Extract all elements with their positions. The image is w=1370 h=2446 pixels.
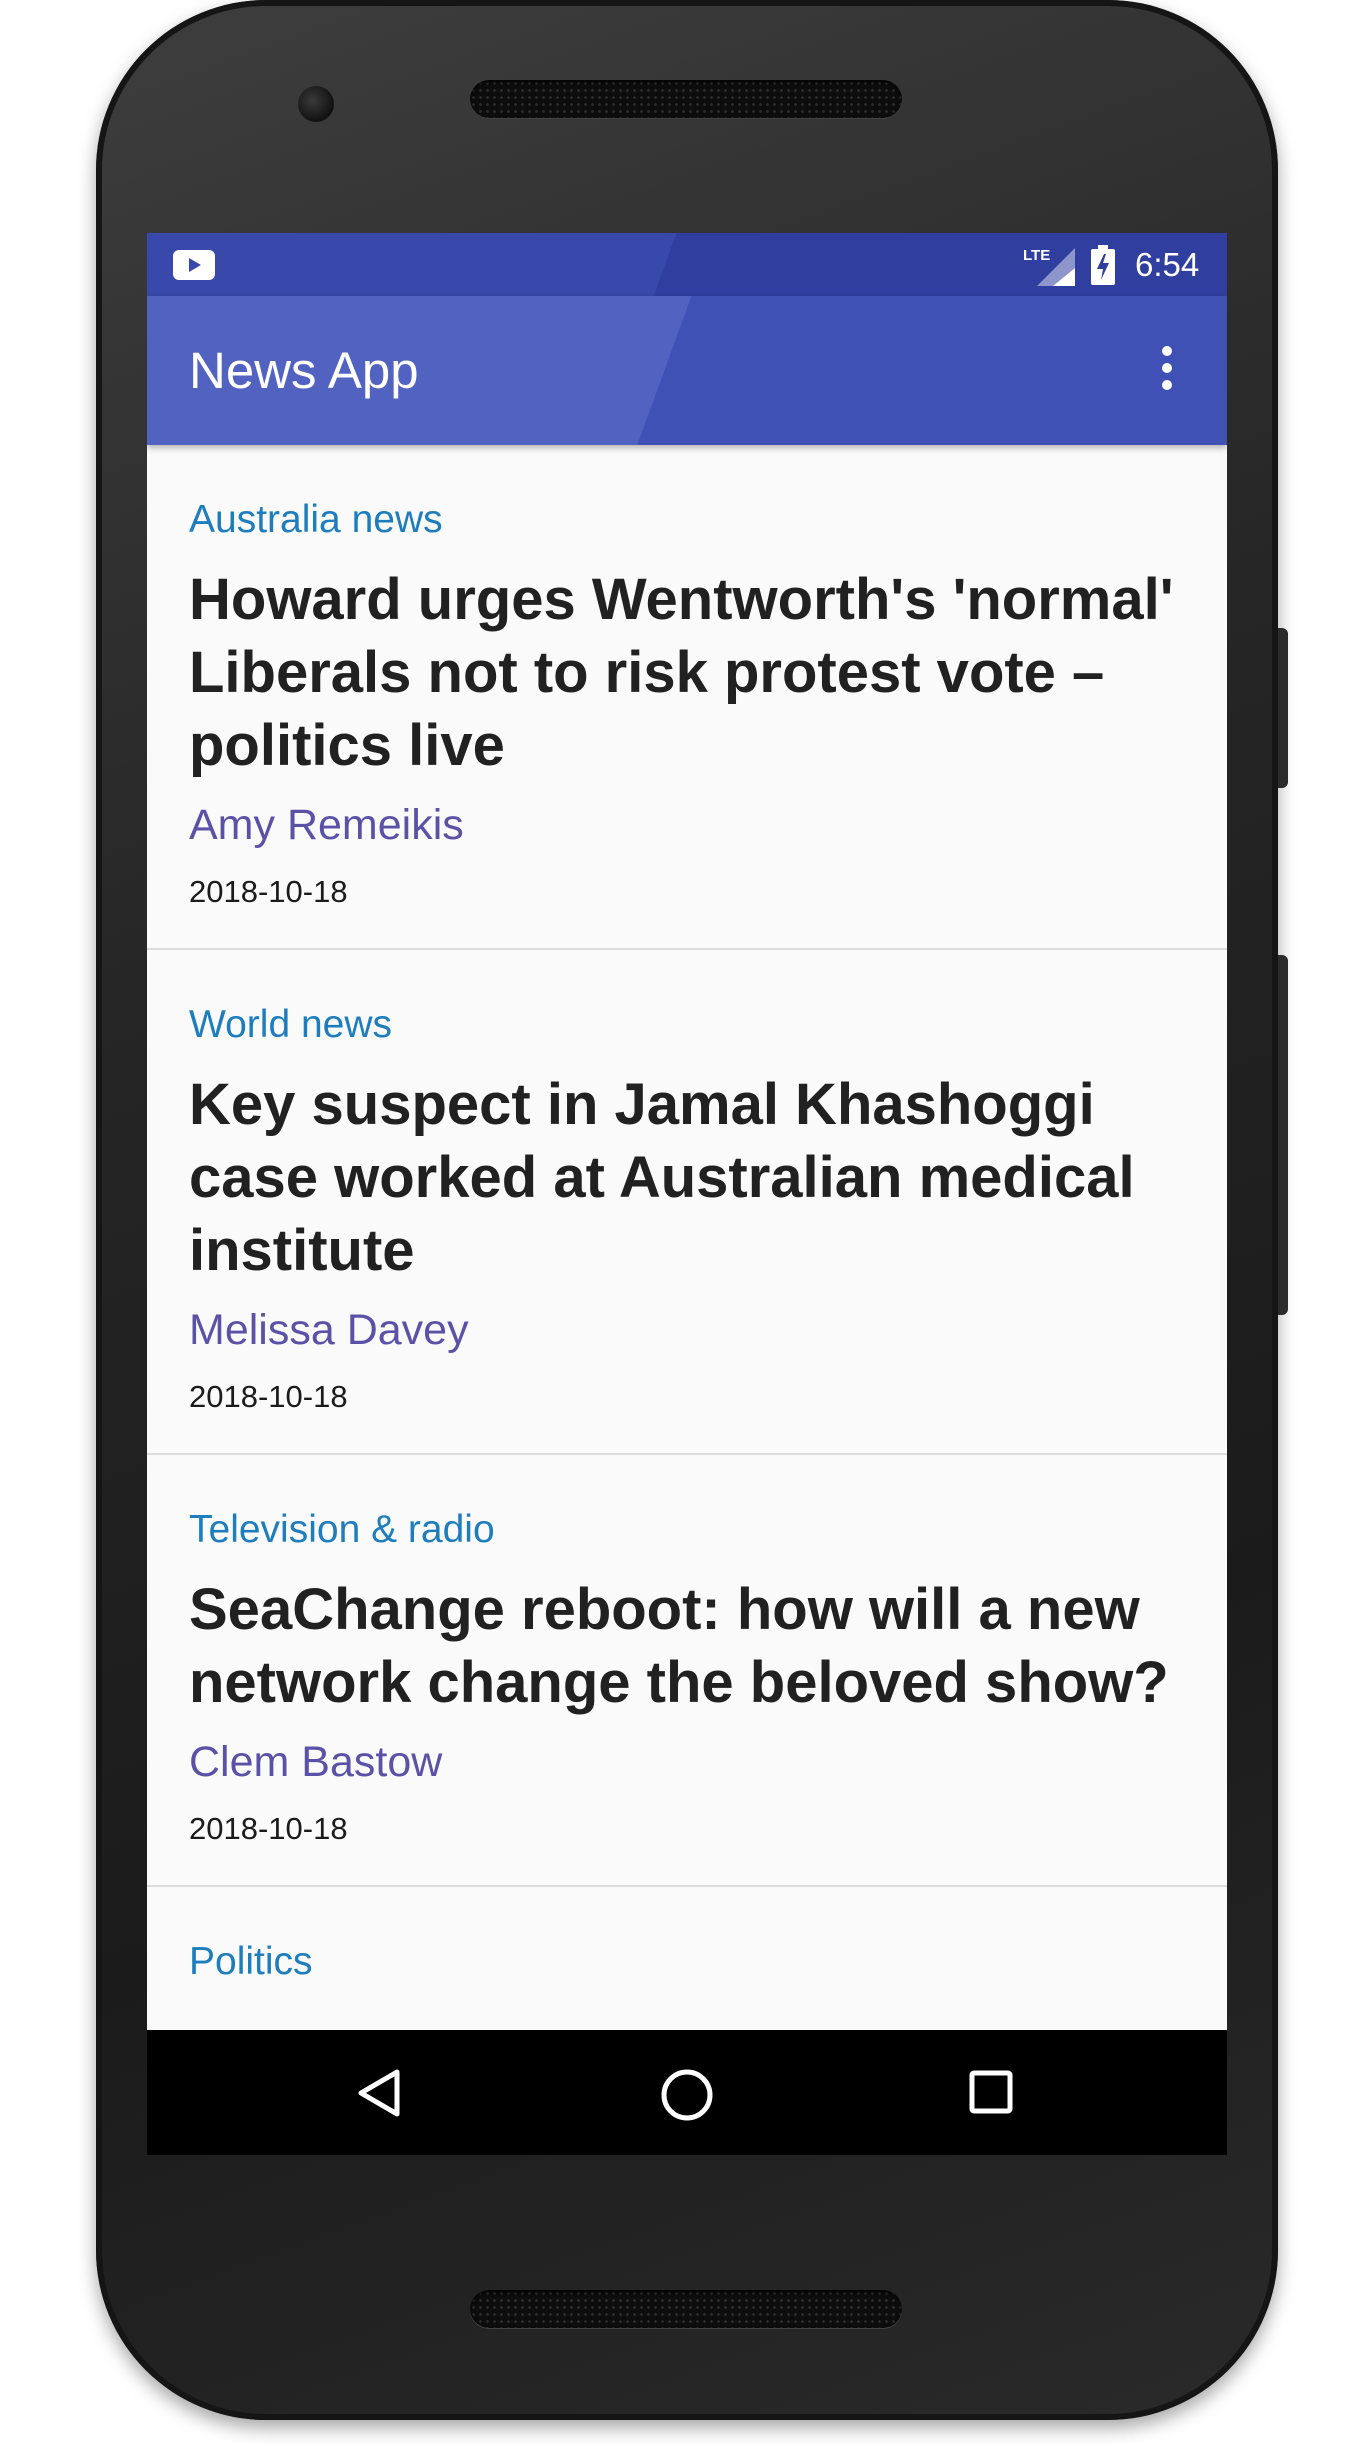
volume-rocker <box>1278 955 1288 1315</box>
status-bar: LTE 6:54 <box>147 233 1227 296</box>
front-camera <box>298 86 334 122</box>
svg-text:LTE: LTE <box>1023 247 1050 264</box>
article-headline: SeaChange reboot: how will a new network… <box>189 1577 1169 1715</box>
article-section-partial[interactable]: Politics <box>147 1887 1227 1985</box>
article-list: Australia news Howard urges Wentworth's … <box>147 445 1227 1985</box>
lte-signal-icon: LTE <box>1023 247 1075 286</box>
battery-charging-icon <box>1091 245 1115 285</box>
article-date: 2018-10-18 <box>189 1811 348 1846</box>
article-date: 2018-10-18 <box>189 1379 348 1414</box>
top-speaker-grille <box>470 80 902 118</box>
article-card[interactable]: World news Key suspect in Jamal Khashogg… <box>147 950 1227 1455</box>
app-title: News App <box>189 342 419 399</box>
navigation-bar <box>147 2030 1227 2155</box>
bottom-speaker-grille <box>470 2290 902 2328</box>
home-icon[interactable] <box>660 2068 714 2122</box>
article-section: World news <box>189 1003 393 1046</box>
article-headline: Howard urges Wentworth's 'normal' Libera… <box>189 567 1174 778</box>
power-button <box>1278 628 1288 788</box>
article-author: Clem Bastow <box>189 1738 443 1786</box>
article-section: Television & radio <box>189 1508 495 1551</box>
recent-apps-icon[interactable] <box>969 2070 1013 2114</box>
article-section: Australia news <box>189 498 443 541</box>
device-screen: LTE 6:54 News App Australia news Howard … <box>147 233 1227 2155</box>
youtube-icon <box>173 250 215 280</box>
article-card[interactable]: Australia news Howard urges Wentworth's … <box>147 445 1227 950</box>
article-author: Amy Remeikis <box>189 801 464 849</box>
article-headline: Key suspect in Jamal Khashoggi case work… <box>189 1072 1135 1283</box>
app-bar: News App <box>147 296 1227 445</box>
back-icon[interactable] <box>355 2068 405 2118</box>
more-vert-icon[interactable] <box>1157 346 1177 396</box>
article-author: Melissa Davey <box>189 1306 469 1354</box>
article-card[interactable]: Television & radio SeaChange reboot: how… <box>147 1455 1227 1887</box>
article-date: 2018-10-18 <box>189 874 348 909</box>
status-time: 6:54 <box>1135 246 1200 283</box>
